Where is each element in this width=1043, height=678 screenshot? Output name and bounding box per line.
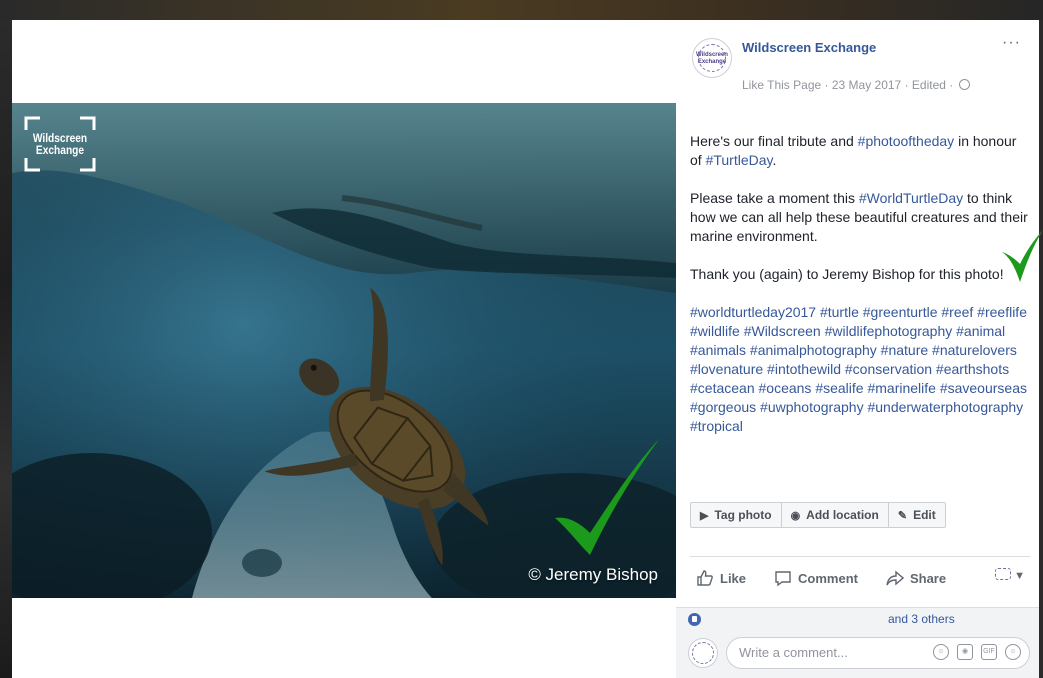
camera-icon[interactable]: ◉ [957,644,973,660]
hashtag-block[interactable]: #worldturtleday2017 #turtle #greenturtle… [690,303,1032,436]
post-paragraph: Thank you (again) to Jeremy Bishop for t… [690,266,1004,282]
post-paragraph: Please take a moment this #WorldTurtleDa… [690,189,1032,246]
comment-button[interactable]: Comment [774,569,858,587]
comment-label: Comment [798,570,858,586]
hashtag-link[interactable]: #TurtleDay [706,152,773,168]
text-span: Please take a moment this [690,190,859,206]
share-label: Share [909,570,947,586]
meta-separator: · [901,78,912,92]
comment-composer: ☺ ◉ GIF ☺ [676,629,1039,678]
comment-icon [775,571,791,587]
text-span: Here's our final tribute and [690,133,858,149]
tag-photo-button[interactable]: ▶ Tag photo [691,503,782,527]
like-reaction-icon [688,613,701,626]
avatar-ring [692,642,714,664]
wildscreen-logo: Wildscreen Exchange [24,116,96,172]
comment-input[interactable] [737,644,921,661]
edited-label[interactable]: Edited [912,78,946,92]
hashtag-link[interactable]: #photooftheday [858,133,955,149]
page-avatar[interactable]: Wildscreen Exchange [692,38,732,78]
checkmark-icon [1002,230,1043,282]
gif-icon[interactable]: GIF [981,644,997,660]
tag-icon: ▶ [700,509,709,522]
photo-stage: Wildscreen Exchange © Jeremy Bishop [12,20,676,678]
post-paragraph: Here's our final tribute and #photoofthe… [690,132,1032,170]
post-date[interactable]: 23 May 2017 [832,78,901,92]
chevron-down-icon: ▼ [1014,570,1025,582]
divider [690,556,1030,557]
add-location-button[interactable]: ◉ Add location [782,503,889,527]
pencil-icon: ✎ [897,509,908,522]
share-button[interactable]: Share [886,569,946,587]
photo-credit: © Jeremy Bishop [528,565,658,584]
text-span: . [772,152,777,168]
location-pin-icon: ◉ [790,509,801,522]
post-as-selector[interactable]: ▼ [995,568,1025,582]
avatar-text-line1: Wildscreen [696,52,728,58]
more-options-icon[interactable]: ··· [1002,34,1021,52]
reaction-bar: Like Comment Share [696,566,1036,590]
logo-text-line2: Exchange [35,143,85,157]
like-label: Like [720,570,747,586]
likes-count-link[interactable]: and 3 others [888,612,955,626]
edit-button[interactable]: ✎ Edit [889,503,945,527]
meta-separator: · [821,78,832,92]
tag-photo-label: Tag photo [714,508,772,522]
like-button[interactable]: Like [696,569,746,587]
post-text: Here's our final tribute and #photoofthe… [690,132,1032,455]
page-name-link[interactable]: Wildscreen Exchange [742,40,876,55]
page-avatar-small-icon [995,568,1012,580]
comment-box[interactable]: ☺ ◉ GIF ☺ [726,637,1030,669]
turtle-photo[interactable]: Wildscreen Exchange © Jeremy Bishop [12,103,676,598]
like-page-link[interactable]: Like This Page [742,78,821,92]
post-meta: Like This Page · 23 May 2017 · Edited · [742,78,970,92]
hashtag-link[interactable]: #WorldTurtleDay [859,190,963,206]
globe-icon [958,79,970,90]
background-edge [0,20,12,678]
share-icon [886,570,904,586]
add-location-label: Add location [806,508,879,522]
avatar-text-line2: Exchange [697,59,727,65]
comment-tools: ☺ ◉ GIF ☺ [933,644,1021,660]
thumbs-up-icon [697,570,713,586]
emoji-icon[interactable]: ☺ [933,644,949,660]
background-strip [0,0,1043,20]
commenter-avatar [688,638,718,668]
background-edge-right [1039,20,1043,678]
edit-label: Edit [913,508,936,522]
meta-separator: · [945,78,957,92]
photo-actions-bar: ▶ Tag photo ◉ Add location ✎ Edit [690,502,946,528]
sticker-icon[interactable]: ☺ [1005,644,1021,660]
likes-summary: and 3 others [676,607,1039,630]
post-panel: Wildscreen Exchange Wildscreen Exchange … [676,20,1039,678]
